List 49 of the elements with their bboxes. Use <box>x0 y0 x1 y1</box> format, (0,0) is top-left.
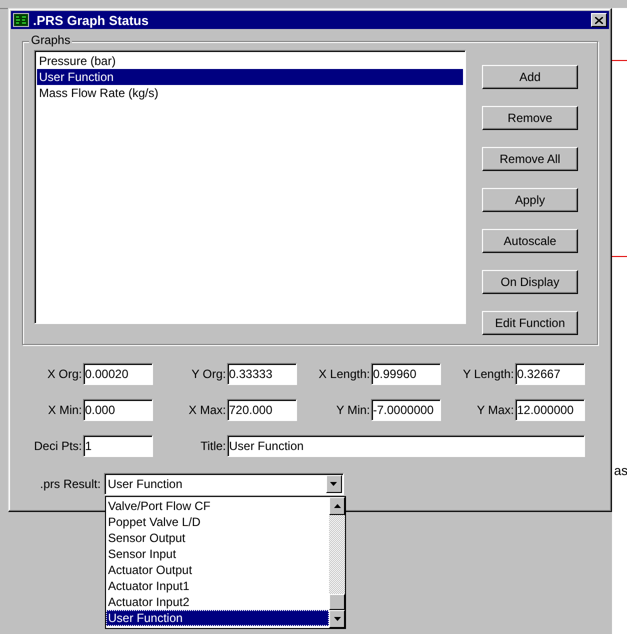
graph-list-item[interactable]: User Function <box>37 69 463 85</box>
input-field[interactable]: 0.000 <box>83 399 153 421</box>
dialog-button[interactable]: Add <box>482 65 578 89</box>
field-label: Title: <box>199 439 227 453</box>
dropdown-button[interactable] <box>326 475 342 493</box>
input-field[interactable]: User Function <box>227 435 585 457</box>
dropdown-option[interactable]: User Function <box>106 610 329 626</box>
app-icon <box>13 13 29 27</box>
field-label: Deci Pts: <box>32 439 83 453</box>
graph-list-item[interactable]: Mass Flow Rate (kg/s) <box>37 85 463 101</box>
group-label: Graphs <box>29 33 72 47</box>
input-field[interactable]: 1 <box>83 435 153 457</box>
field-label: X Org: <box>46 367 83 381</box>
scroll-up-button[interactable] <box>329 497 345 515</box>
dialog-button[interactable]: Autoscale <box>482 229 578 253</box>
field-label: X Min: <box>46 403 83 417</box>
field-label: X Length: <box>318 367 371 381</box>
dialog-button[interactable]: Remove All <box>482 147 578 171</box>
close-button[interactable] <box>591 13 607 27</box>
prs-result-dropdown[interactable]: User Function <box>104 473 344 495</box>
background-text: as <box>614 463 627 478</box>
input-field[interactable]: 0.33333 <box>227 363 297 385</box>
input-field[interactable]: 0.00020 <box>83 363 153 385</box>
dialog-button[interactable]: Apply <box>482 188 578 212</box>
field-label: Y Max: <box>476 403 515 417</box>
scroll-down-button[interactable] <box>329 610 345 628</box>
field-label: .prs Result: <box>40 477 102 491</box>
window-title: .PRS Graph Status <box>33 12 150 28</box>
input-field[interactable]: -7.0000000 <box>371 399 441 421</box>
input-field[interactable]: 0.32667 <box>515 363 585 385</box>
down-arrow-icon <box>334 617 340 621</box>
input-field[interactable]: 12.000000 <box>515 399 585 421</box>
input-field[interactable]: 720.000 <box>227 399 297 421</box>
up-arrow-icon <box>334 504 340 508</box>
input-field[interactable]: 0.99960 <box>371 363 441 385</box>
dialog-button[interactable]: Remove <box>482 106 578 130</box>
field-label: Y Length: <box>462 367 515 381</box>
scrollbar[interactable] <box>329 497 345 628</box>
dialog-button[interactable]: Edit Function <box>482 311 578 335</box>
field-label: X Max: <box>188 403 227 417</box>
graph-list-item[interactable]: Pressure (bar) <box>37 53 463 69</box>
scroll-thumb[interactable] <box>329 594 345 610</box>
plot-line <box>612 256 627 257</box>
plot-line <box>612 60 627 61</box>
field-label: Y Min: <box>335 403 371 417</box>
dialog-button[interactable]: On Display <box>482 270 578 294</box>
close-icon <box>595 16 603 24</box>
field-label: Y Org: <box>190 367 227 381</box>
caret-icon <box>330 482 338 486</box>
